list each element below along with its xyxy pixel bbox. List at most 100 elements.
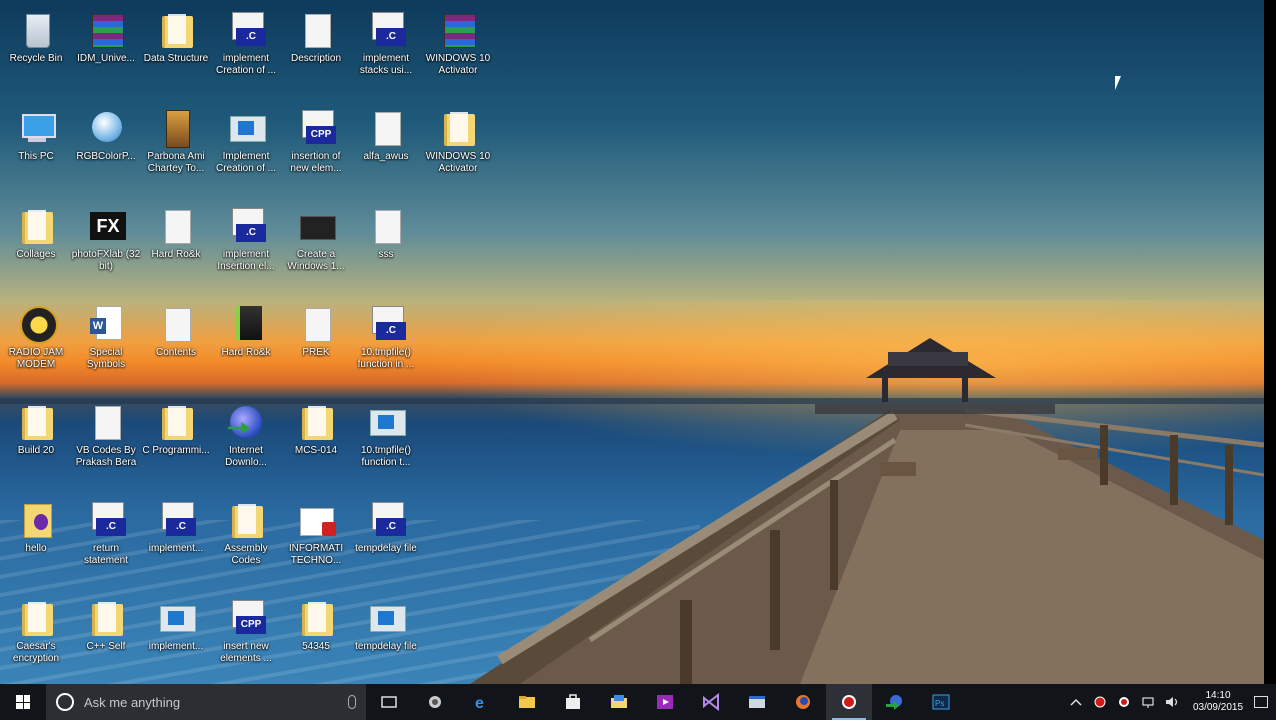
desktop-icon-alfa-awus[interactable]: alfa_awus bbox=[350, 102, 422, 192]
desktop-icon-mcs-014[interactable]: MCS-014 bbox=[280, 396, 352, 486]
icon-label: RGBColorP... bbox=[76, 151, 136, 162]
desktop-icon-insertion-new-elem[interactable]: insertion of new elem... bbox=[280, 102, 352, 192]
folder-icon bbox=[86, 598, 126, 638]
taskbar-app-bug[interactable] bbox=[412, 684, 458, 720]
desktop-icon-implement-app[interactable]: implement... bbox=[140, 592, 212, 682]
desktop-icon-sss[interactable]: sss bbox=[350, 200, 422, 290]
desktop-icon-caesar[interactable]: Caesar's encryption bbox=[0, 592, 72, 682]
icon-label: Caesar's encryption bbox=[12, 641, 60, 664]
icon-label: implement Creation of ... bbox=[215, 53, 277, 76]
desktop-icon-description[interactable]: Description bbox=[280, 4, 352, 94]
desktop-icon-implement-stacks[interactable]: implement stacks usi... bbox=[350, 4, 422, 94]
photofx-icon bbox=[86, 206, 126, 246]
edge-icon: e bbox=[475, 695, 484, 711]
icon-label: Data Structure bbox=[143, 53, 209, 64]
desktop-icon-implement-c[interactable]: implement... bbox=[140, 494, 212, 584]
icon-label: alfa_awus bbox=[363, 151, 409, 162]
desktop-icon-contents[interactable]: Contents bbox=[140, 298, 212, 388]
desktop-icon-hard-rock-2[interactable]: Hard Ro&k bbox=[210, 298, 282, 388]
desktop-icon-radio-jam[interactable]: RADIO JAM MODEM bbox=[0, 298, 72, 388]
desktop-icon-special-symbols[interactable]: Special Symbols bbox=[70, 298, 142, 388]
folder-icon bbox=[156, 10, 196, 50]
desktop-icon-tempdelay-app[interactable]: tempdelay file bbox=[350, 592, 422, 682]
desktop-icon-implement-insertion[interactable]: implement Insertion el... bbox=[210, 200, 282, 290]
taskbar-app-recorder[interactable] bbox=[826, 684, 872, 720]
desktop-icon-information-tech[interactable]: INFORMATI TECHNO... bbox=[280, 494, 352, 584]
desktop-icon-54345[interactable]: 54345 bbox=[280, 592, 352, 682]
desktop-icon-parbona[interactable]: Parbona Ami Chartey To... bbox=[140, 102, 212, 192]
desktop-icon-vb-codes[interactable]: VB Codes By Prakash Bera bbox=[70, 396, 142, 486]
desktop-icon-this-pc[interactable]: This PC bbox=[0, 102, 72, 192]
svg-text:e: e bbox=[475, 695, 484, 711]
taskbar-app-file-explorer[interactable] bbox=[504, 684, 550, 720]
taskbar-app-folder[interactable] bbox=[596, 684, 642, 720]
desktop-icon-hello[interactable]: hello bbox=[0, 494, 72, 584]
c-file-icon bbox=[366, 10, 406, 50]
application-icon bbox=[366, 598, 406, 638]
desktop-icon-build-20[interactable]: Build 20 bbox=[0, 396, 72, 486]
search-box[interactable]: Ask me anything bbox=[46, 684, 366, 720]
desktop-icon-tempdelay-c[interactable]: tempdelay file bbox=[350, 494, 422, 584]
icon-label: 10.tmpfile() function in ... bbox=[357, 347, 415, 370]
volume-icon[interactable] bbox=[1164, 695, 1180, 709]
taskbar-app-store[interactable] bbox=[550, 684, 596, 720]
clock[interactable]: 14:10 03/09/2015 bbox=[1190, 690, 1246, 714]
start-button[interactable] bbox=[0, 684, 46, 720]
taskbar-app-idm[interactable] bbox=[872, 684, 918, 720]
window-app-icon bbox=[749, 696, 765, 708]
icon-label: implement Insertion el... bbox=[217, 249, 275, 272]
desktop-icon-c-programming[interactable]: C Programmi... bbox=[140, 396, 212, 486]
desktop-icon-internet-download[interactable]: Internet Downlo... bbox=[210, 396, 282, 486]
icon-label: INFORMATI TECHNO... bbox=[288, 543, 344, 566]
recorder-tray-icon[interactable] bbox=[1092, 695, 1108, 709]
archive-icon bbox=[86, 10, 126, 50]
desktop-icon-assembly-codes[interactable]: Assembly Codes bbox=[210, 494, 282, 584]
desktop-icon-windows-activator-folder[interactable]: WINDOWS 10 Activator bbox=[422, 102, 494, 192]
icon-label: RADIO JAM MODEM bbox=[8, 347, 64, 370]
desktop-icon-windows-activator-rar[interactable]: WINDOWS 10 Activator bbox=[422, 4, 494, 94]
desktop-icon-tmpfile-app[interactable]: 10.tmpfile() function t... bbox=[350, 396, 422, 486]
antivirus-tray-icon[interactable] bbox=[1116, 695, 1132, 709]
icon-label: This PC bbox=[18, 151, 54, 162]
c-file-icon bbox=[366, 304, 406, 344]
store-icon bbox=[566, 694, 580, 709]
network-icon[interactable] bbox=[1140, 695, 1156, 709]
desktop-icon-implement-creation-c[interactable]: implement Creation of ... bbox=[210, 4, 282, 94]
image-file-icon bbox=[366, 108, 406, 148]
taskbar-app-visual-studio[interactable] bbox=[688, 684, 734, 720]
document-icon bbox=[156, 304, 196, 344]
folder-icon bbox=[16, 598, 56, 638]
download-manager-icon bbox=[886, 695, 902, 710]
microphone-icon[interactable] bbox=[348, 695, 356, 709]
task-view-button[interactable] bbox=[366, 684, 412, 720]
c-file-icon bbox=[226, 10, 266, 50]
taskbar-app-edge[interactable]: e bbox=[458, 684, 504, 720]
desktop-icon-cpp-self[interactable]: C++ Self bbox=[70, 592, 142, 682]
taskbar-app-media[interactable] bbox=[642, 684, 688, 720]
desktop-icon-implement-creation-app[interactable]: Implement Creation of ... bbox=[210, 102, 282, 192]
desktop-icon-rgbcolor[interactable]: RGBColorP... bbox=[70, 102, 142, 192]
desktop-icon-collages[interactable]: Collages bbox=[0, 200, 72, 290]
desktop-icon-insert-new-elements[interactable]: insert new elements ... bbox=[210, 592, 282, 682]
desktop-icon-idm-unive[interactable]: IDM_Unive... bbox=[70, 4, 142, 94]
desktop-icon-hard-rock-1[interactable]: Hard Ro&k bbox=[140, 200, 212, 290]
desktop-icon-photofxlab[interactable]: photoFXlab (32 bit) bbox=[70, 200, 142, 290]
icon-label: Hard Ro&k bbox=[151, 249, 201, 260]
desktop-icon-create-windows[interactable]: Create a Windows 1... bbox=[280, 200, 352, 290]
action-center-button[interactable] bbox=[1246, 684, 1276, 720]
taskbar-app-firefox[interactable] bbox=[780, 684, 826, 720]
desktop-icon-prek[interactable]: PREK bbox=[280, 298, 352, 388]
desktop-icon-tmpfile-c[interactable]: 10.tmpfile() function in ... bbox=[350, 298, 422, 388]
movie-icon bbox=[156, 108, 196, 148]
taskbar-app-window[interactable] bbox=[734, 684, 780, 720]
folder-icon bbox=[226, 500, 266, 540]
desktop-icon-data-structure[interactable]: Data Structure bbox=[140, 4, 212, 94]
desktop-icon-recycle-bin[interactable]: Recycle Bin bbox=[0, 4, 72, 94]
screen-edge bbox=[1264, 0, 1276, 684]
desktop-icon-return-statement[interactable]: return statement bbox=[70, 494, 142, 584]
taskbar-app-photoshop[interactable]: Ps bbox=[918, 684, 964, 720]
task-view-icon bbox=[381, 696, 397, 708]
firefox-icon bbox=[796, 695, 810, 709]
cpp-file-icon bbox=[296, 108, 336, 148]
chevron-up-icon[interactable] bbox=[1068, 695, 1084, 709]
